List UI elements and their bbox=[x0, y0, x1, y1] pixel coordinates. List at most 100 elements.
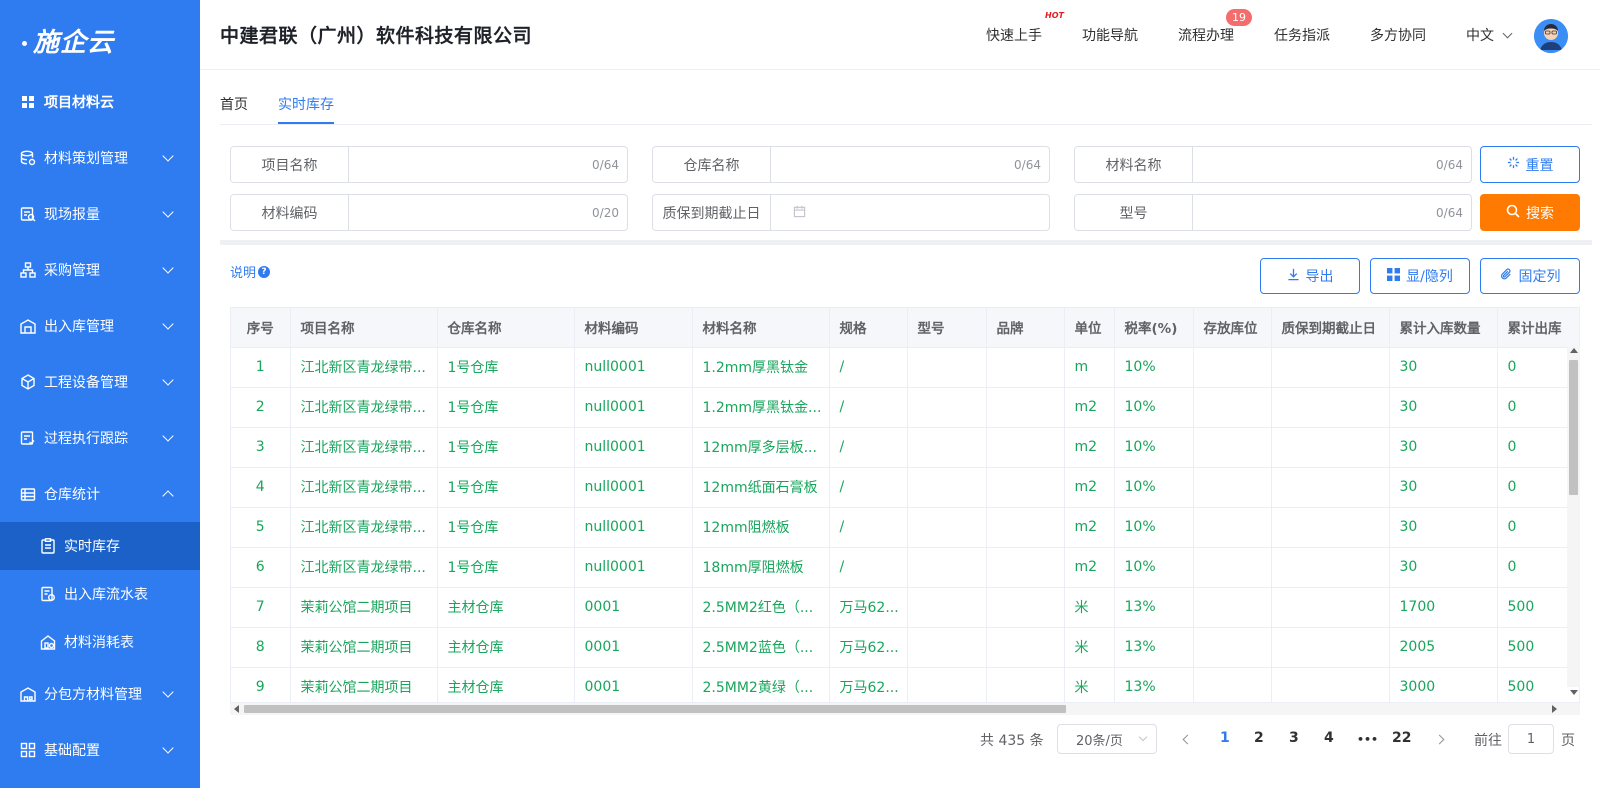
table-cell: 0001 bbox=[574, 667, 693, 702]
sidebar-subitem-in-out-ledger[interactable]: 出入库流水表 bbox=[0, 570, 200, 618]
vertical-scrollbar[interactable] bbox=[1567, 346, 1580, 687]
table-row[interactable]: 8 茉莉公馆二期项目 主材仓库 0001 2.5MM2蓝色（... 万马62... 米 13%… bbox=[231, 627, 1579, 668]
field-label: 仓库名称 bbox=[653, 147, 771, 182]
table-cell: 6 bbox=[231, 547, 291, 588]
sidebar-subitem-realtime-inventory[interactable]: 实时库存 bbox=[0, 522, 200, 570]
warranty-date-picker[interactable] bbox=[771, 195, 1049, 230]
language-select[interactable]: 中文 bbox=[1466, 25, 1513, 45]
sidebar-subitem-label: 实时库存 bbox=[64, 539, 120, 555]
sidebar-item-basic-config[interactable]: 基础配置 bbox=[0, 722, 200, 778]
search-button[interactable]: 搜索 bbox=[1480, 194, 1580, 231]
page-button-4[interactable]: 4 bbox=[1324, 730, 1334, 746]
model-input[interactable]: 0/64 bbox=[1193, 195, 1471, 230]
table-cell: 2.5MM2黄绿（... bbox=[692, 667, 830, 702]
inventory-icon bbox=[40, 538, 56, 554]
scroll-down-arrow[interactable] bbox=[1570, 690, 1578, 695]
nav-function-guide[interactable]: 功能导航 bbox=[1082, 25, 1138, 45]
table-row[interactable]: 2 江北新区青龙绿带... 1号仓库 null0001 1.2mm厚黑钛金... / m2 1… bbox=[231, 387, 1579, 428]
sidebar-item-in-out-stock[interactable]: 出入库管理 bbox=[0, 298, 200, 354]
sidebar-item-process-tracking[interactable]: 过程执行跟踪 bbox=[0, 410, 200, 466]
table-cell: 米 bbox=[1064, 667, 1115, 702]
nav-workflow[interactable]: 流程办理 19 bbox=[1178, 9, 1252, 45]
table-row[interactable]: 7 茉莉公馆二期项目 主材仓库 0001 2.5MM2红色（... 万马62... 米 13%… bbox=[231, 587, 1579, 628]
table-cell bbox=[907, 667, 987, 702]
section-divider bbox=[220, 240, 1592, 245]
chevron-down-icon bbox=[162, 430, 174, 442]
sidebar-item-label: 基础配置 bbox=[44, 743, 100, 759]
show-hide-label: 显/隐列 bbox=[1406, 269, 1453, 285]
sidebar-item-site-report[interactable]: 现场报量 bbox=[0, 186, 200, 242]
column-header: 累计入库数量 bbox=[1389, 308, 1498, 348]
scroll-right-arrow[interactable] bbox=[1552, 705, 1557, 713]
table-cell: / bbox=[829, 547, 908, 588]
avatar[interactable] bbox=[1534, 19, 1568, 53]
table-cell bbox=[1271, 387, 1390, 428]
field-label: 材料编码 bbox=[231, 195, 349, 230]
nav-collaboration[interactable]: 多方协同 bbox=[1370, 25, 1426, 45]
table-cell bbox=[986, 547, 1065, 588]
column-header: 项目名称 bbox=[290, 308, 438, 348]
tab-home[interactable]: 首页 bbox=[220, 84, 248, 124]
table-cell: 江北新区青龙绿带... bbox=[290, 347, 438, 388]
material-name-input[interactable]: 0/64 bbox=[1193, 147, 1471, 182]
page-button-1[interactable]: 1 bbox=[1220, 730, 1230, 746]
nav-task-assign[interactable]: 任务指派 bbox=[1274, 25, 1330, 45]
project-name-input[interactable]: 0/64 bbox=[349, 147, 627, 182]
top-header: 中建君联（广州）软件科技有限公司 快速上手 HOT 功能导航 流程办理 19 任… bbox=[200, 0, 1600, 70]
description-link[interactable]: 说明 ? bbox=[230, 262, 271, 281]
table-row[interactable]: 4 江北新区青龙绿带... 1号仓库 null0001 12mm纸面石膏板 / m2 10% 3… bbox=[231, 467, 1579, 508]
scrollbar-thumb[interactable] bbox=[244, 705, 1066, 713]
nav-quick-start[interactable]: 快速上手 HOT bbox=[986, 11, 1064, 45]
table-cell bbox=[1193, 347, 1272, 388]
page-button-22[interactable]: 22 bbox=[1392, 730, 1411, 746]
table-cell: m2 bbox=[1064, 387, 1115, 428]
table-row[interactable]: 5 江北新区青龙绿带... 1号仓库 null0001 12mm阻燃板 / m2 10% 30 0 bbox=[231, 507, 1579, 548]
page-button-3[interactable]: 3 bbox=[1289, 730, 1299, 746]
sidebar-item-material-planning[interactable]: 材料策划管理 bbox=[0, 130, 200, 186]
char-counter: 0/64 bbox=[592, 157, 619, 172]
table-cell bbox=[1193, 507, 1272, 548]
material-code-input[interactable]: 0/20 bbox=[349, 195, 627, 230]
goto-suffix: 页 bbox=[1561, 733, 1575, 749]
tabs-divider bbox=[220, 124, 1592, 125]
sidebar-item-label: 项目材料云 bbox=[44, 95, 114, 111]
reset-button[interactable]: 重置 bbox=[1480, 146, 1580, 183]
table-cell: 3000 bbox=[1389, 667, 1498, 702]
show-hide-columns-button[interactable]: 显/隐列 bbox=[1370, 258, 1470, 294]
table-cell: 江北新区青龙绿带... bbox=[290, 427, 438, 468]
table-cell: 主材仓库 bbox=[437, 627, 575, 668]
chevron-down-icon bbox=[162, 262, 174, 274]
table-cell bbox=[986, 467, 1065, 508]
nav-label: 功能导航 bbox=[1082, 28, 1138, 44]
table-cell bbox=[986, 627, 1065, 668]
fix-columns-button[interactable]: 固定列 bbox=[1480, 258, 1580, 294]
scrollbar-thumb[interactable] bbox=[1569, 360, 1578, 495]
description-label: 说明 bbox=[230, 266, 257, 281]
paperclip-icon bbox=[1500, 268, 1513, 285]
page-size-select[interactable]: 20条/页 bbox=[1057, 724, 1157, 754]
sidebar-item-equipment[interactable]: 工程设备管理 bbox=[0, 354, 200, 410]
column-header: 型号 bbox=[907, 308, 987, 348]
warehouse-name-input[interactable]: 0/64 bbox=[771, 147, 1049, 182]
sidebar-item-subcontractor-materials[interactable]: 分包方材料管理 bbox=[0, 666, 200, 722]
table-row[interactable]: 9 茉莉公馆二期项目 主材仓库 0001 2.5MM2黄绿（... 万马62... 米 13%… bbox=[231, 667, 1579, 702]
horizontal-scrollbar[interactable] bbox=[230, 703, 1580, 715]
sidebar-item-procurement[interactable]: 采购管理 bbox=[0, 242, 200, 298]
export-button[interactable]: 导出 bbox=[1260, 258, 1360, 294]
column-header: 仓库名称 bbox=[437, 308, 575, 348]
scroll-left-arrow[interactable] bbox=[234, 705, 239, 713]
sidebar-subitem-consumption[interactable]: 材料消耗表 bbox=[0, 618, 200, 666]
table-cell: 1700 bbox=[1389, 587, 1498, 628]
table-row[interactable]: 3 江北新区青龙绿带... 1号仓库 null0001 12mm厚多层板... / m2 10… bbox=[231, 427, 1579, 468]
table-row[interactable]: 6 江北新区青龙绿带... 1号仓库 null0001 18mm厚阻燃板 / m2 10% 30… bbox=[231, 547, 1579, 588]
sidebar-item-project-material-cloud[interactable]: 项目材料云 bbox=[0, 80, 200, 124]
sidebar-item-warehouse-stats[interactable]: 仓库统计 bbox=[0, 466, 200, 522]
page-ellipsis[interactable]: ••• bbox=[1357, 733, 1378, 746]
page-button-2[interactable]: 2 bbox=[1254, 730, 1264, 746]
table-row[interactable]: 1 江北新区青龙绿带... 1号仓库 null0001 1.2mm厚黑钛金 / m 10% 30… bbox=[231, 347, 1579, 388]
scroll-up-arrow[interactable] bbox=[1570, 348, 1578, 353]
goto-page-input[interactable]: 1 bbox=[1508, 724, 1554, 754]
table-cell: 30 bbox=[1389, 547, 1498, 588]
sidebar-item-label: 出入库管理 bbox=[44, 319, 114, 335]
tab-realtime-inventory[interactable]: 实时库存 bbox=[278, 84, 334, 124]
